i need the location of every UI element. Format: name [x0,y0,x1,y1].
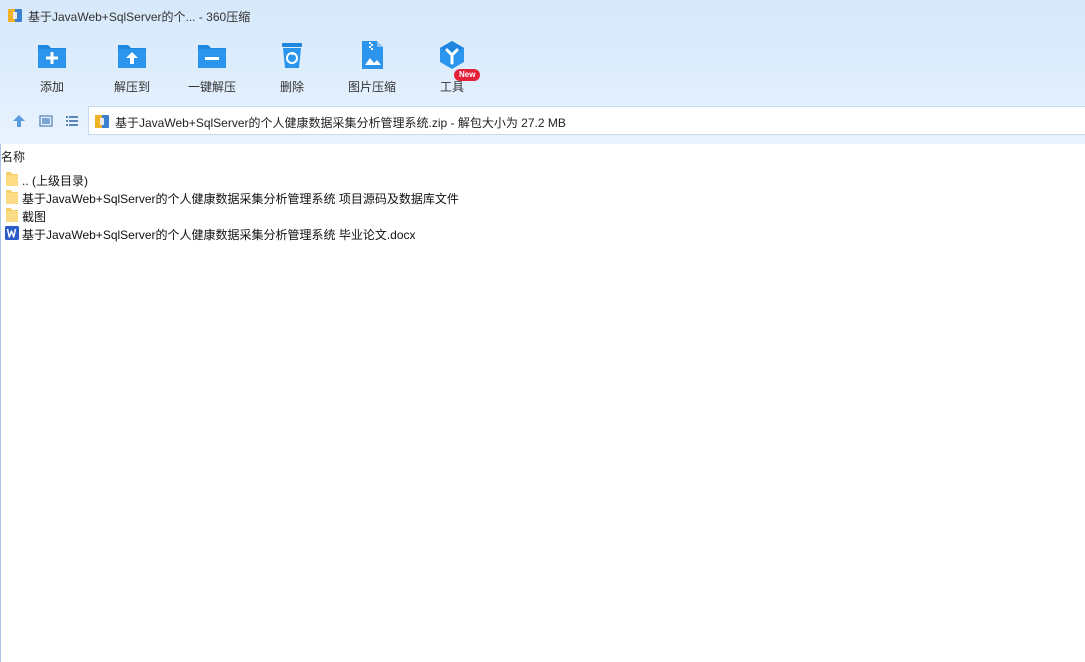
file-name: 基于JavaWeb+SqlServer的个人健康数据采集分析管理系统 项目源码及… [22,192,459,206]
add-icon [38,45,66,68]
app-window: 基于JavaWeb+SqlServer的个... - 360压缩 添加 解压到 … [0,0,1085,662]
one-click-extract-label: 一键解压 [187,80,236,94]
word-document-icon [5,226,19,240]
list-view-icon[interactable] [65,114,79,128]
header: 基于JavaWeb+SqlServer的个... - 360压缩 添加 解压到 … [0,0,1085,144]
folder-icon [6,190,18,204]
new-badge: New [454,69,481,81]
toolbar: 添加 解压到 一键解压 删除 图片压缩 工具 New [0,36,1085,100]
file-list: 名称 .. (上级目录) 基于JavaWeb+SqlServer的个人健康数据采… [0,144,1085,662]
up-arrow-icon[interactable] [12,114,26,128]
thumbnail-view-icon[interactable] [39,114,53,128]
extract-to-icon [118,45,146,68]
image-compress-label: 图片压缩 [347,80,396,94]
add-button[interactable]: 添加 [12,36,92,100]
delete-button[interactable]: 删除 [252,36,332,100]
file-name: 截图 [22,210,47,224]
extract-to-label: 解压到 [113,80,150,94]
address-path: 基于JavaWeb+SqlServer的个人健康数据采集分析管理系统.zip -… [115,116,566,130]
folder-icon [6,208,18,222]
list-item[interactable]: .. (上级目录) [4,170,604,188]
extract-to-button[interactable]: 解压到 [92,36,172,100]
address-row: 基于JavaWeb+SqlServer的个人健康数据采集分析管理系统.zip -… [0,106,1085,136]
file-name: 基于JavaWeb+SqlServer的个人健康数据采集分析管理系统 毕业论文.… [22,228,416,242]
tools-button[interactable]: 工具 [412,36,492,100]
address-bar[interactable]: 基于JavaWeb+SqlServer的个人健康数据采集分析管理系统.zip -… [88,106,1085,135]
one-click-extract-button[interactable]: 一键解压 [172,36,252,100]
image-compress-button[interactable]: 图片压缩 [332,36,412,100]
list-item[interactable]: 基于JavaWeb+SqlServer的个人健康数据采集分析管理系统 项目源码及… [4,188,604,206]
folder-icon [6,172,18,186]
zip-file-icon [95,115,109,128]
delete-icon [282,43,302,68]
image-compress-icon [362,41,383,69]
title-bar: 基于JavaWeb+SqlServer的个... - 360压缩 [0,0,1085,32]
delete-label: 删除 [279,80,304,94]
list-item[interactable]: 截图 [4,206,604,224]
window-title: 基于JavaWeb+SqlServer的个... - 360压缩 [28,10,251,24]
archive-app-icon [8,9,22,22]
column-header-name[interactable]: 名称 [1,148,25,165]
one-click-extract-icon [198,45,226,68]
tools-icon [440,41,464,69]
tools-label: 工具 [439,80,464,94]
file-name: .. (上级目录) [22,174,88,188]
add-label: 添加 [39,80,64,94]
list-item[interactable]: 基于JavaWeb+SqlServer的个人健康数据采集分析管理系统 毕业论文.… [4,224,604,242]
